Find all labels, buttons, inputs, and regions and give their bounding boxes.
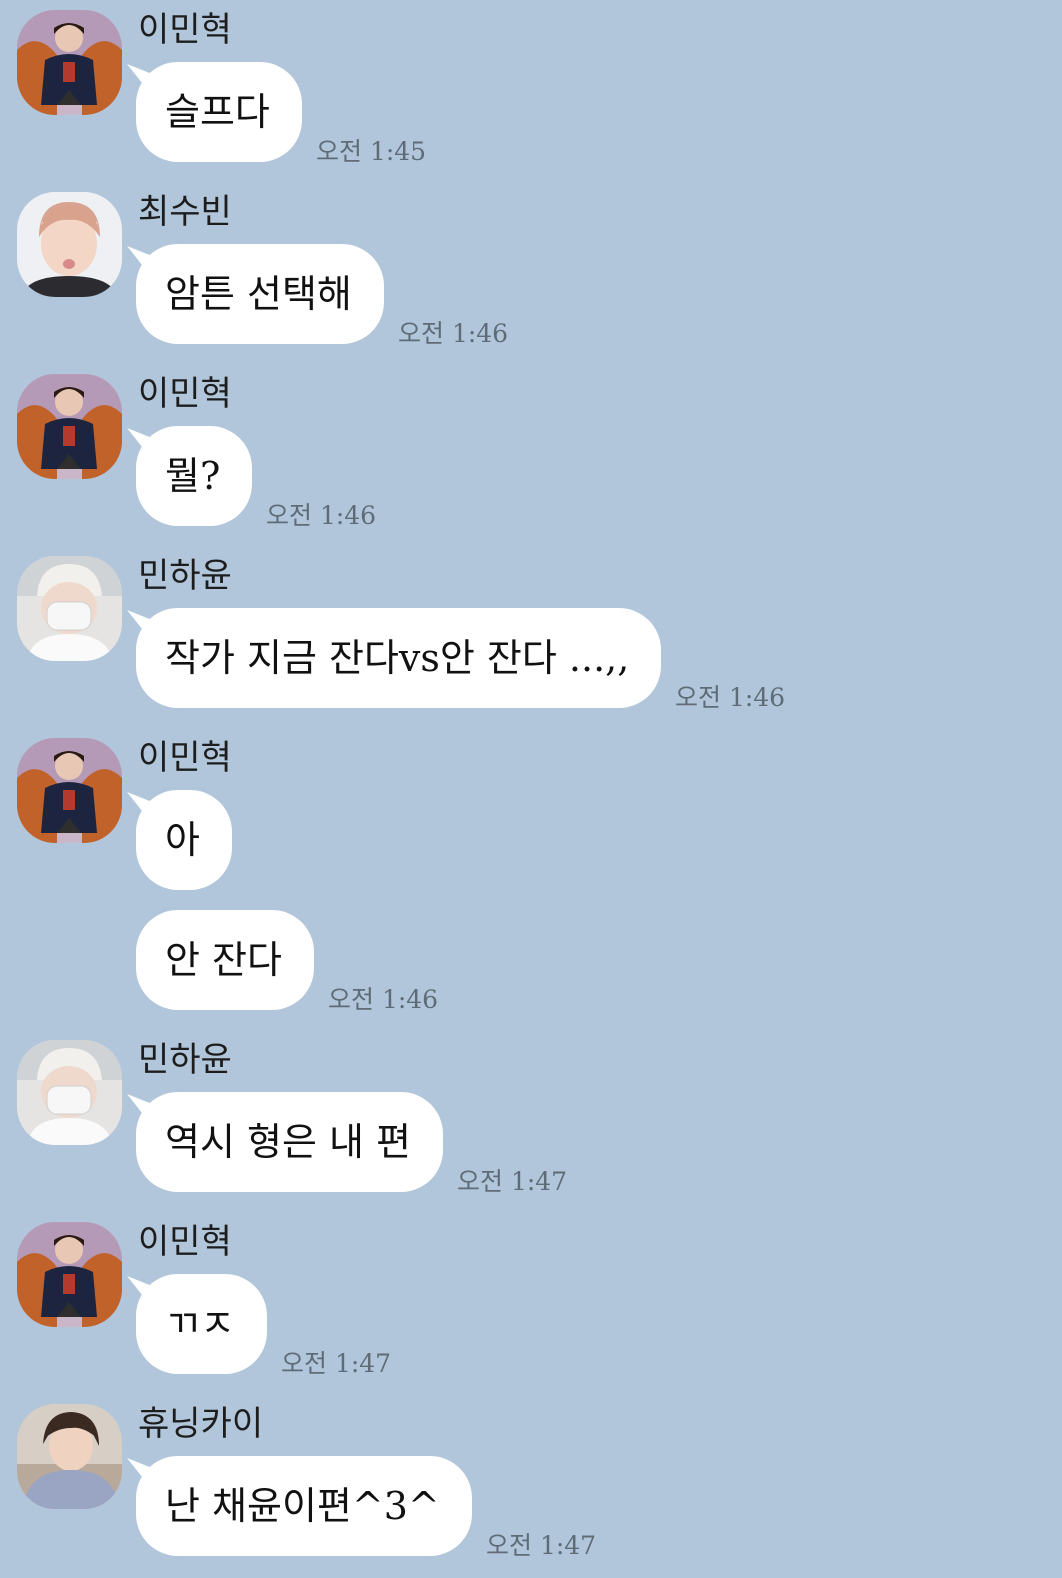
avatar[interactable] (17, 1222, 122, 1327)
sender-name: 휴닝카이 (138, 1404, 264, 1444)
message-bubble[interactable]: 작가 지금 잔다vs안 잔다 ...,, (136, 608, 662, 708)
message-row: 뭘? 오전 1:46 (136, 426, 376, 530)
avatar[interactable] (17, 556, 122, 661)
chat-thread[interactable]: 이민혁 슬프다 오전 1:45 최수빈 암튼 선택해 오전 1:46 이민혁 뭘… (0, 0, 1062, 1578)
message-row: 슬프다 오전 1:45 (136, 62, 426, 166)
sender-name: 민하윤 (138, 556, 232, 596)
avatar-icon-hueningkai (17, 1404, 122, 1509)
sender-name: 이민혁 (138, 10, 232, 50)
message-row: 안 잔다 오전 1:46 (136, 910, 438, 1014)
sender-name: 이민혁 (138, 1222, 232, 1262)
message-row: 난 채윤이편^3^ 오전 1:47 (136, 1456, 596, 1560)
message-timestamp: 오전 1:45 (316, 137, 427, 166)
message-bubble[interactable]: 안 잔다 (136, 910, 314, 1010)
message-bubble[interactable]: 역시 형은 내 편 (136, 1092, 443, 1192)
message-row: 아 (136, 790, 232, 890)
avatar[interactable] (17, 192, 122, 297)
avatar[interactable] (17, 1040, 122, 1145)
message-bubble[interactable]: 아 (136, 790, 232, 890)
message-row: ㄲㅈ 오전 1:47 (136, 1274, 391, 1378)
message-timestamp: 오전 1:46 (398, 319, 509, 348)
message-bubble[interactable]: ㄲㅈ (136, 1274, 267, 1374)
avatar[interactable] (17, 10, 122, 115)
avatar[interactable] (17, 1404, 122, 1509)
avatar-icon-hayun (17, 1040, 122, 1145)
avatar-icon-soobin (17, 192, 122, 297)
message-bubble[interactable]: 뭘? (136, 426, 253, 526)
message-timestamp: 오전 1:46 (328, 985, 439, 1014)
avatar-icon-hayun (17, 556, 122, 661)
message-bubble[interactable]: 암튼 선택해 (136, 244, 384, 344)
message-timestamp: 오전 1:47 (486, 1531, 597, 1560)
message-timestamp: 오전 1:47 (457, 1167, 568, 1196)
avatar-icon-minhyuk (17, 738, 122, 843)
message-timestamp: 오전 1:46 (266, 501, 377, 530)
sender-name: 이민혁 (138, 738, 232, 778)
message-bubble[interactable]: 난 채윤이편^3^ (136, 1456, 472, 1556)
message-timestamp: 오전 1:47 (281, 1349, 392, 1378)
avatar-icon-minhyuk (17, 10, 122, 115)
message-bubble[interactable]: 슬프다 (136, 62, 302, 162)
message-timestamp: 오전 1:46 (675, 683, 786, 712)
sender-name: 민하윤 (138, 1040, 232, 1080)
message-row: 작가 지금 잔다vs안 잔다 ...,, 오전 1:46 (136, 608, 785, 712)
avatar[interactable] (17, 374, 122, 479)
message-row: 암튼 선택해 오전 1:46 (136, 244, 508, 348)
avatar[interactable] (17, 738, 122, 843)
sender-name: 이민혁 (138, 374, 232, 414)
avatar-icon-minhyuk (17, 374, 122, 479)
sender-name: 최수빈 (138, 192, 232, 232)
message-row: 역시 형은 내 편 오전 1:47 (136, 1092, 567, 1196)
avatar-icon-minhyuk (17, 1222, 122, 1327)
